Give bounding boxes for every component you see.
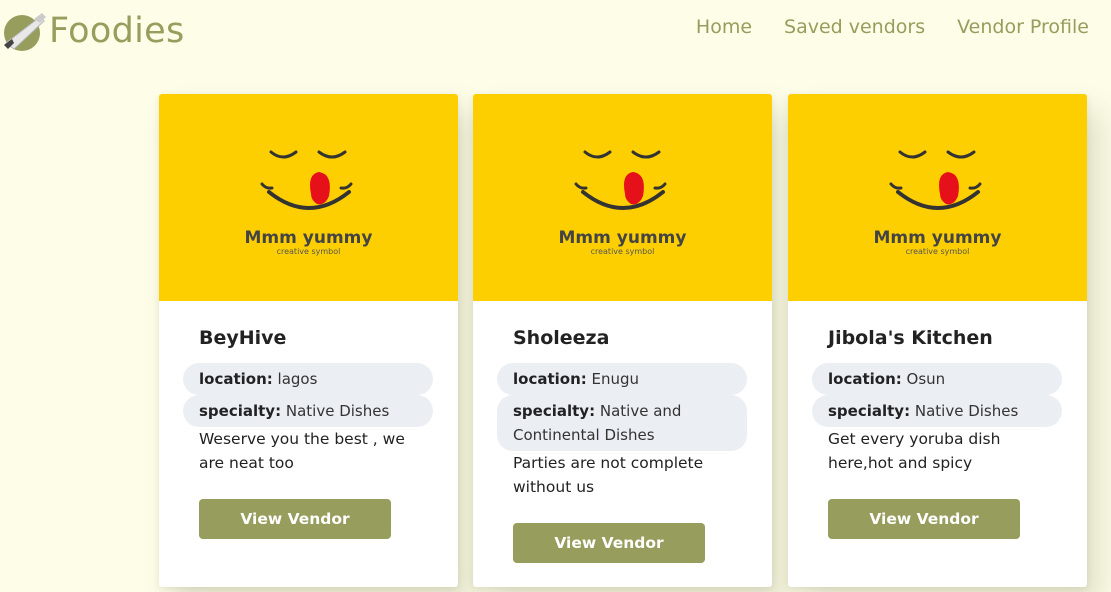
specialty-pill: specialty: Native Dishes [812, 395, 1062, 427]
yummy-face-icon [889, 150, 982, 210]
image-tagline: creative symbol [590, 247, 655, 256]
brand-name: Foodies [49, 11, 185, 51]
nav-link-saved-vendors[interactable]: Saved vendors [784, 16, 925, 38]
vendor-name: Sholeeza [513, 327, 610, 349]
image-tagline: creative symbol [905, 247, 970, 256]
specialty-value: Native Dishes [285, 402, 390, 420]
yummy-face-icon [260, 150, 353, 210]
yummy-face-icon [574, 150, 667, 210]
location-label: location: [199, 370, 273, 388]
view-vendor-button[interactable]: View Vendor [828, 499, 1020, 539]
view-vendor-button[interactable]: View Vendor [513, 523, 705, 563]
vendor-description: Parties are not complete without us [513, 454, 704, 496]
image-headline: Mmm yummy [873, 228, 1002, 248]
specialty-label: specialty: [828, 402, 911, 420]
nav-link-vendor-profile[interactable]: Vendor Profile [957, 16, 1089, 38]
location-pill: location: Enugu [497, 363, 747, 395]
location-label: location: [828, 370, 902, 388]
location-label: location: [513, 370, 587, 388]
vendor-card: Mmm yummy creative symbol Sholeeza locat… [473, 94, 772, 587]
vendor-image: Mmm yummy creative symbol [788, 94, 1087, 301]
vendor-card: Mmm yummy creative symbol Jibola's Kitch… [788, 94, 1087, 587]
location-value: Osun [906, 370, 946, 388]
specialty-pill: specialty: Native and Continental Dishes [497, 395, 747, 451]
vendor-name: Jibola's Kitchen [828, 327, 993, 349]
specialty-label: specialty: [199, 402, 282, 420]
image-headline: Mmm yummy [244, 228, 373, 248]
specialty-value: Native Dishes [914, 402, 1019, 420]
brand[interactable]: Foodies [0, 8, 185, 54]
image-tagline: creative symbol [276, 247, 341, 256]
navbar: Foodies Home Saved vendors Vendor Profil… [0, 0, 1111, 62]
rocket-icon [4, 13, 46, 51]
location-pill: location: lagos [183, 363, 433, 395]
vendor-image: Mmm yummy creative symbol [473, 94, 772, 301]
view-vendor-button[interactable]: View Vendor [199, 499, 391, 539]
image-headline: Mmm yummy [558, 228, 687, 248]
nav-link-home[interactable]: Home [696, 16, 752, 38]
location-pill: location: Osun [812, 363, 1062, 395]
vendor-name: BeyHive [199, 327, 287, 349]
location-value: Enugu [591, 370, 640, 388]
vendor-description: Get every yoruba dish here,hot and spicy [828, 430, 1001, 472]
vendor-image: Mmm yummy creative symbol [159, 94, 458, 301]
specialty-pill: specialty: Native Dishes [183, 395, 433, 427]
nav-links: Home Saved vendors Vendor Profile [696, 16, 1089, 38]
specialty-label: specialty: [513, 402, 596, 420]
vendor-card: Mmm yummy creative symbol BeyHive locati… [159, 94, 458, 587]
vendor-description: Weserve you the best , we are neat too [199, 430, 405, 472]
location-value: lagos [277, 370, 318, 388]
